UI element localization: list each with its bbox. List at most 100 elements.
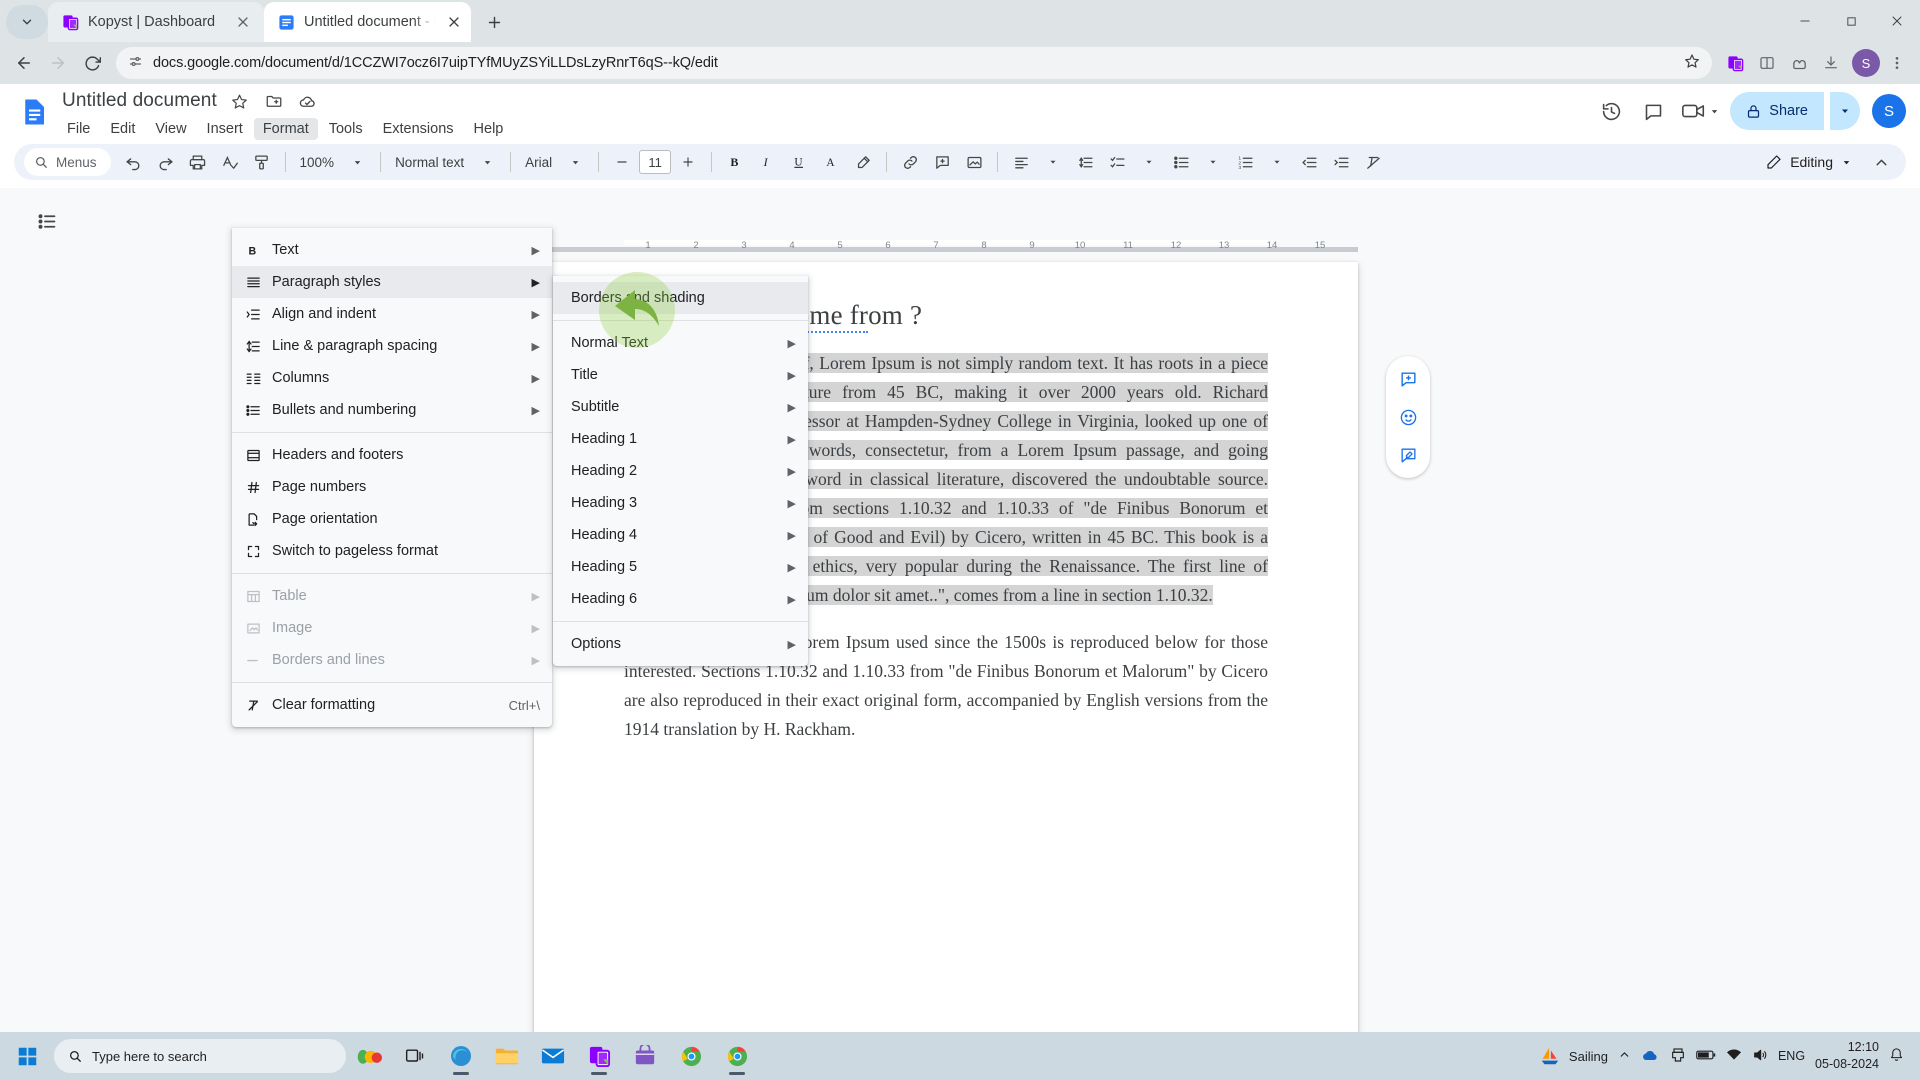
new-tab-button[interactable] xyxy=(477,5,511,39)
close-icon[interactable] xyxy=(446,11,461,33)
increase-indent-button[interactable] xyxy=(1326,147,1356,177)
google-meet-button[interactable] xyxy=(1677,93,1724,129)
undo-button[interactable] xyxy=(119,147,149,177)
font-family-select[interactable]: Arial xyxy=(519,147,558,177)
start-button-icon[interactable] xyxy=(6,1036,48,1076)
tray-printer-icon[interactable] xyxy=(1670,1047,1686,1066)
taskbar-store-icon[interactable] xyxy=(624,1036,666,1076)
numbered-list-button[interactable]: 123 xyxy=(1230,147,1260,177)
decrease-indent-button[interactable] xyxy=(1294,147,1324,177)
comment-history-icon[interactable] xyxy=(1635,93,1671,129)
downloads-icon[interactable] xyxy=(1816,48,1846,78)
chrome-menu-icon[interactable] xyxy=(1882,48,1912,78)
tray-network-icon[interactable] xyxy=(1726,1048,1742,1065)
checklist-dropdown-icon[interactable] xyxy=(1134,147,1164,177)
reload-button[interactable] xyxy=(76,47,108,79)
google-docs-logo-icon[interactable] xyxy=(16,94,52,130)
font-dropdown-icon[interactable] xyxy=(560,147,590,177)
format-menu-item-text[interactable]: B Text ▶ xyxy=(232,234,552,266)
tab-search-button[interactable] xyxy=(6,5,48,39)
align-dropdown-icon[interactable] xyxy=(1038,147,1068,177)
menu-tools[interactable]: Tools xyxy=(320,118,372,140)
taskbar-widgets-icon[interactable] xyxy=(348,1036,390,1076)
split-screen-icon[interactable] xyxy=(1752,48,1782,78)
increase-font-size-button[interactable] xyxy=(673,147,703,177)
add-comment-side-icon[interactable] xyxy=(1391,362,1425,396)
menu-help[interactable]: Help xyxy=(465,118,513,140)
line-spacing-button[interactable] xyxy=(1070,147,1100,177)
menu-edit[interactable]: Edit xyxy=(101,118,144,140)
share-dropdown-icon[interactable] xyxy=(1830,92,1860,130)
move-to-folder-icon[interactable] xyxy=(263,90,285,112)
cloud-saved-icon[interactable] xyxy=(297,90,319,112)
document-outline-button[interactable] xyxy=(30,204,64,238)
browser-tab-kopyst[interactable]: Kopyst | Dashboard xyxy=(48,2,264,42)
italic-button[interactable]: I xyxy=(752,147,782,177)
submenu-item-heading-3[interactable]: Heading 3 ▶ xyxy=(553,487,808,519)
format-menu-item-page-numbers[interactable]: Page numbers xyxy=(232,471,552,503)
bulleted-list-dropdown-icon[interactable] xyxy=(1198,147,1228,177)
zoom-select[interactable]: 100% xyxy=(294,147,341,177)
submenu-item-normal-text[interactable]: Normal Text ▶ xyxy=(553,327,808,359)
format-menu-panel[interactable]: B Text ▶ Paragraph styles ▶ Align and in… xyxy=(232,228,552,727)
print-button[interactable] xyxy=(183,147,213,177)
forward-button[interactable] xyxy=(42,47,74,79)
tray-volume-icon[interactable] xyxy=(1752,1047,1768,1066)
bulleted-list-button[interactable] xyxy=(1166,147,1196,177)
format-menu-item-align-and-indent[interactable]: Align and indent ▶ xyxy=(232,298,552,330)
taskbar-file-explorer-icon[interactable] xyxy=(486,1036,528,1076)
format-menu-item-paragraph-styles[interactable]: Paragraph styles ▶ xyxy=(232,266,552,298)
tray-language-label[interactable]: ENG xyxy=(1778,1049,1805,1063)
submenu-item-heading-2[interactable]: Heading 2 ▶ xyxy=(553,455,808,487)
taskbar-kopyst-icon[interactable] xyxy=(578,1036,620,1076)
format-menu-item-page-orientation[interactable]: Page orientation xyxy=(232,503,552,535)
maximize-button[interactable] xyxy=(1828,0,1874,42)
checklist-button[interactable] xyxy=(1102,147,1132,177)
bold-button[interactable]: B xyxy=(720,147,750,177)
hide-menus-icon[interactable] xyxy=(1866,147,1896,177)
format-menu-item-bullets-and-numbering[interactable]: Bullets and numbering ▶ xyxy=(232,394,552,426)
document-ruler[interactable]: 1 2 3 4 5 6 7 8 9 10 11 12 13 14 15 xyxy=(534,240,1358,258)
menu-file[interactable]: File xyxy=(58,118,99,140)
bookmark-star-icon[interactable] xyxy=(1684,53,1700,73)
kopyst-extension-icon[interactable] xyxy=(1720,48,1750,78)
insert-image-button[interactable] xyxy=(959,147,989,177)
star-icon[interactable] xyxy=(229,90,251,112)
submenu-item-subtitle[interactable]: Subtitle ▶ xyxy=(553,391,808,423)
highlight-color-button[interactable] xyxy=(848,147,878,177)
text-color-button[interactable]: A xyxy=(816,147,846,177)
format-menu-item-line-paragraph-spacing[interactable]: Line & paragraph spacing ▶ xyxy=(232,330,552,362)
format-menu-item-clear-formatting[interactable]: Clear formatting Ctrl+\ xyxy=(232,689,552,721)
taskbar-task-view-icon[interactable] xyxy=(394,1036,436,1076)
menu-view[interactable]: View xyxy=(146,118,195,140)
format-menu-item-switch-to-pageless-format[interactable]: Switch to pageless format xyxy=(232,535,552,567)
style-dropdown-icon[interactable] xyxy=(472,147,502,177)
taskbar-clock[interactable]: 12:10 05-08-2024 xyxy=(1815,1039,1879,1073)
tray-weather[interactable]: Sailing xyxy=(1539,1045,1608,1067)
taskbar-search-input[interactable]: Type here to search xyxy=(54,1039,346,1073)
submenu-item-heading-5[interactable]: Heading 5 ▶ xyxy=(553,551,808,583)
format-menu-item-headers-and-footers[interactable]: Headers and footers xyxy=(232,439,552,471)
taskbar-edge-icon[interactable] xyxy=(440,1036,482,1076)
underline-button[interactable]: U xyxy=(784,147,814,177)
close-icon[interactable] xyxy=(232,11,254,33)
menu-extensions[interactable]: Extensions xyxy=(374,118,463,140)
submenu-item-heading-6[interactable]: Heading 6 ▶ xyxy=(553,583,808,615)
menu-format[interactable]: Format xyxy=(253,118,318,140)
submenu-item-heading-1[interactable]: Heading 1 ▶ xyxy=(553,423,808,455)
tray-battery-icon[interactable] xyxy=(1696,1048,1716,1065)
notifications-icon[interactable] xyxy=(1889,1047,1904,1065)
numbered-list-dropdown-icon[interactable] xyxy=(1262,147,1292,177)
spellcheck-button[interactable] xyxy=(215,147,245,177)
add-emoji-reaction-icon[interactable] xyxy=(1391,400,1425,434)
zoom-dropdown-icon[interactable] xyxy=(342,147,372,177)
submenu-item-heading-4[interactable]: Heading 4 ▶ xyxy=(553,519,808,551)
insert-link-button[interactable] xyxy=(895,147,925,177)
redo-button[interactable] xyxy=(151,147,181,177)
back-button[interactable] xyxy=(8,47,40,79)
paint-format-button[interactable] xyxy=(247,147,277,177)
font-size-input[interactable]: 11 xyxy=(639,150,672,174)
add-comment-button[interactable] xyxy=(927,147,957,177)
paragraph-style-select[interactable]: Normal text xyxy=(389,147,470,177)
tray-overflow-icon[interactable] xyxy=(1618,1048,1631,1064)
